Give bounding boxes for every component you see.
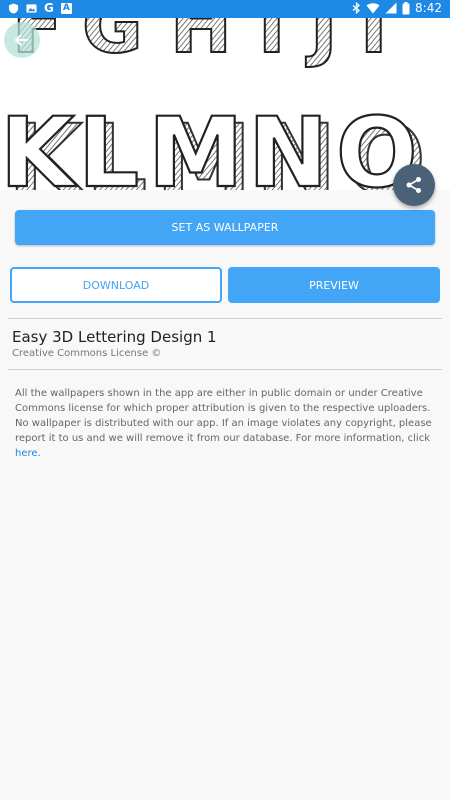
wallpaper-preview-image[interactable]: F G H I J I K L M N O K: [0, 18, 450, 190]
divider: [8, 318, 442, 319]
wifi-icon: [366, 3, 380, 14]
status-bar: G A 8:42: [0, 0, 450, 18]
lettering-artwork: F G H I J I K L M N O K: [0, 18, 427, 190]
google-icon: G: [44, 1, 54, 15]
battery-icon: [402, 1, 410, 14]
shield-icon: [8, 3, 19, 14]
font-icon: A: [60, 3, 72, 14]
letter-k: K: [0, 97, 78, 190]
status-time: 8:42: [415, 1, 442, 15]
share-button[interactable]: [393, 164, 435, 206]
set-as-wallpaper-button[interactable]: SET AS WALLPAPER: [15, 210, 435, 245]
letter-n: N: [248, 97, 328, 190]
back-button[interactable]: [4, 22, 40, 58]
disclaimer-text: All the wallpapers shown in the app are …: [15, 386, 437, 461]
wallpaper-title: Easy 3D Lettering Design 1: [12, 328, 217, 346]
letter-m: M: [148, 97, 244, 190]
arrow-left-icon: [14, 34, 28, 46]
more-info-link[interactable]: here: [15, 448, 38, 459]
system-icons: 8:42: [352, 1, 442, 15]
letter-h: H: [170, 18, 232, 70]
image-edge: [436, 18, 450, 190]
letter-j: J: [305, 18, 338, 70]
license-text: Creative Commons License ©: [12, 348, 162, 359]
letter-l: L: [78, 97, 139, 190]
bluetooth-icon: [352, 2, 361, 14]
letter-g: G: [82, 18, 143, 70]
disclaimer-body: All the wallpapers shown in the app are …: [15, 388, 432, 444]
image-icon: [26, 4, 37, 13]
signal-icon: [385, 2, 397, 14]
letters-row-bottom: K L M N O K L M N O: [0, 96, 427, 190]
letters-row-top: F G H I J I: [11, 18, 389, 71]
divider: [8, 369, 442, 370]
notification-icons: G A: [8, 2, 72, 15]
preview-button[interactable]: PREVIEW: [228, 267, 440, 303]
disclaimer-end: .: [37, 448, 41, 459]
wallpaper-image: F G H I J I K L M N O K: [0, 18, 436, 190]
letter-i: I: [258, 18, 286, 70]
download-button[interactable]: DOWNLOAD: [10, 267, 222, 303]
letter-extra: I: [360, 18, 388, 70]
share-icon: [406, 177, 421, 193]
